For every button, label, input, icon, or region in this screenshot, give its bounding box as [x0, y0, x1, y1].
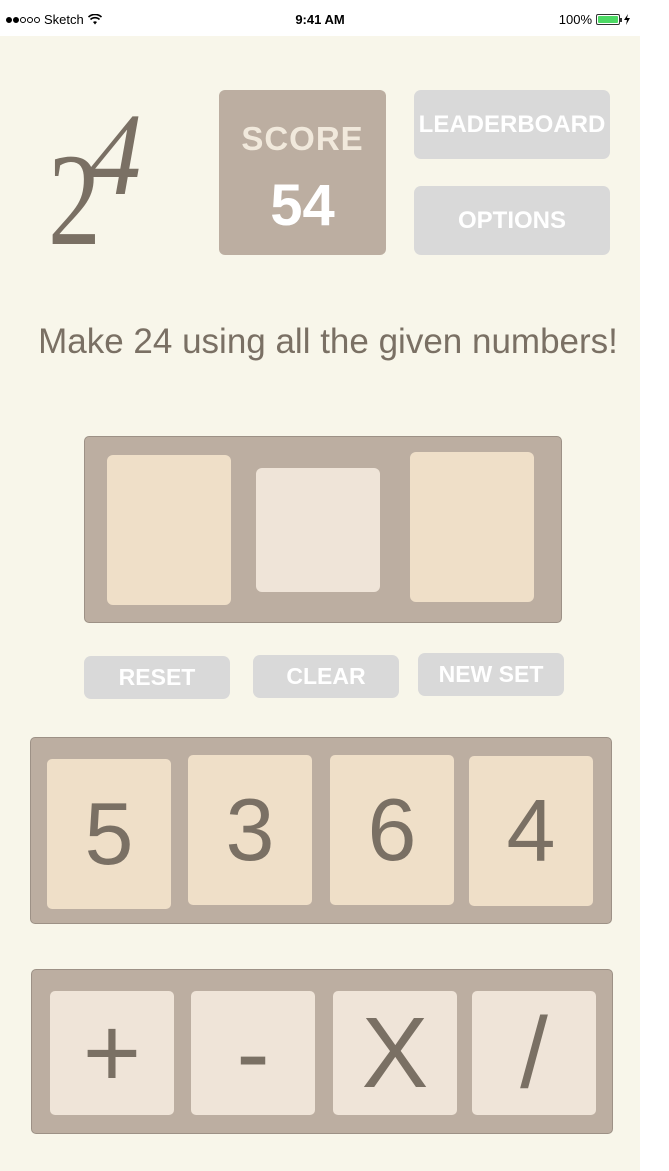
- new-set-button[interactable]: NEW SET: [418, 653, 564, 696]
- logo-digit-four: 4: [78, 89, 155, 220]
- subtract-operator-button[interactable]: -: [191, 991, 315, 1115]
- number-tile[interactable]: 3: [188, 755, 312, 905]
- number-panel: 5 3 6 4: [30, 737, 612, 924]
- add-operator-button[interactable]: +: [50, 991, 174, 1115]
- number-tile[interactable]: 4: [469, 756, 593, 906]
- divide-operator-button[interactable]: /: [472, 991, 596, 1115]
- charging-bolt-icon: [624, 14, 630, 25]
- number-tile[interactable]: 6: [330, 755, 454, 905]
- operand-slot-left[interactable]: [107, 455, 231, 605]
- options-button[interactable]: OPTIONS: [414, 186, 610, 255]
- clear-button[interactable]: CLEAR: [253, 655, 399, 698]
- operator-slot[interactable]: [256, 468, 380, 592]
- status-bar: Sketch 9:41 AM 100%: [0, 0, 640, 36]
- score-value: 54: [270, 173, 335, 238]
- operand-slot-right[interactable]: [410, 452, 534, 602]
- app-logo: 2 4: [48, 89, 188, 266]
- multiply-operator-button[interactable]: X: [333, 991, 457, 1115]
- clock: 9:41 AM: [295, 12, 345, 27]
- score-label: SCORE: [241, 120, 364, 157]
- instruction-text: Make 24 using all the given numbers!: [38, 322, 618, 361]
- operator-panel: + - X /: [31, 969, 613, 1134]
- number-tile[interactable]: 5: [47, 759, 171, 909]
- battery-percent: 100%: [558, 12, 592, 27]
- status-right: 100%: [559, 12, 630, 27]
- game-screen: 2 4 SCORE 54 LEADERBOARD OPTIONS Make 24…: [0, 36, 640, 1171]
- reset-button[interactable]: RESET: [84, 656, 230, 699]
- expression-panel: [84, 436, 562, 623]
- score-box: SCORE 54: [219, 90, 386, 255]
- leaderboard-button[interactable]: LEADERBOARD: [414, 90, 610, 159]
- battery-icon: [596, 14, 622, 25]
